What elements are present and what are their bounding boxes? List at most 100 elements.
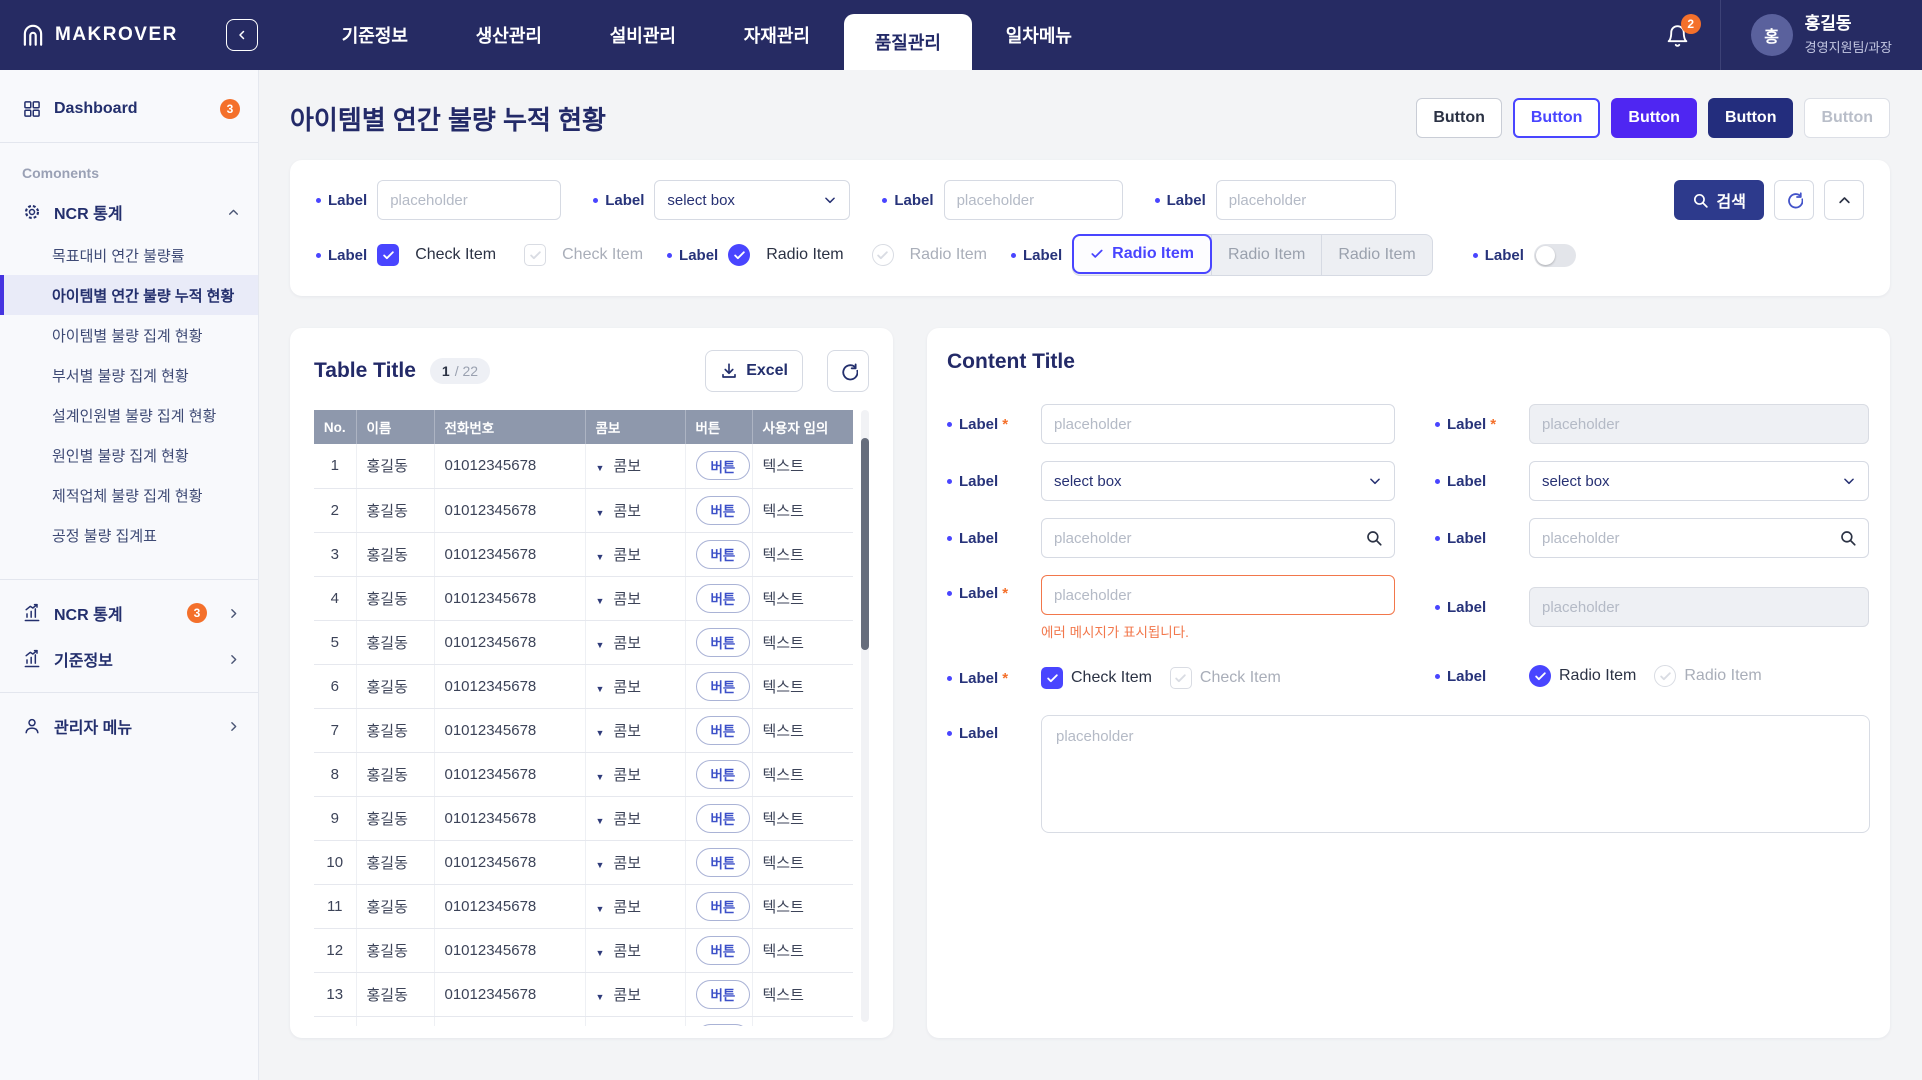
ncr-badge: 3 (187, 603, 207, 623)
sidebar: Dashboard 3 Comonents NCR 통계 목표대비 연간 불량률… (0, 70, 259, 1080)
refresh-button[interactable] (1774, 180, 1814, 220)
row-combo[interactable]: ▼콤보 (585, 708, 685, 752)
brand[interactable]: MAKROVER (20, 22, 178, 48)
main-menu-item[interactable]: 일차메뉴 (972, 22, 1106, 48)
checkbox-checked[interactable] (377, 244, 399, 266)
search-field[interactable] (1041, 518, 1395, 558)
row-button[interactable]: 버튼 (696, 848, 751, 877)
row-no: 12 (314, 928, 356, 972)
row-combo[interactable]: ▼콤보 (585, 620, 685, 664)
text-input[interactable] (1041, 404, 1395, 444)
segmented-option-selected[interactable]: Radio Item (1072, 234, 1212, 274)
divider (0, 142, 258, 143)
filter-select[interactable]: select box (654, 180, 850, 220)
sidebar-subitem[interactable]: 설계인원별 불량 집계 현황 (0, 395, 258, 435)
main-menu-item[interactable]: 생산관리 (442, 22, 576, 48)
combo-caret-icon: ▼ (596, 728, 605, 738)
row-phone: 01012345678 (434, 444, 585, 488)
row-button[interactable]: 버튼 (696, 628, 751, 657)
form-label: Label (959, 585, 998, 602)
outline-accent-button[interactable]: Button (1513, 98, 1601, 138)
column-header: 사용자 임의 (752, 410, 853, 444)
table-scrollbar-thumb[interactable] (861, 438, 869, 650)
search-field[interactable] (1529, 518, 1869, 558)
row-combo[interactable]: ▼콤보 (585, 972, 685, 1016)
form-select[interactable]: select box (1529, 461, 1869, 501)
filter-text-input[interactable] (377, 180, 561, 220)
search-icon[interactable] (1365, 529, 1383, 547)
search-icon[interactable] (1839, 529, 1857, 547)
sidebar-group-ncr-stats[interactable]: NCR 통계 (0, 189, 258, 235)
row-button[interactable]: 버튼 (696, 980, 751, 1009)
row-combo[interactable]: ▼콤보 (585, 840, 685, 884)
sidebar-subitem[interactable]: 아이템별 불량 집계 현황 (0, 315, 258, 355)
row-button[interactable]: 버튼 (696, 1024, 751, 1027)
row-combo[interactable]: ▼콤보 (585, 752, 685, 796)
row-button[interactable]: 버튼 (696, 716, 751, 745)
row-button[interactable]: 버튼 (696, 451, 751, 480)
row-combo[interactable]: ▼콤보 (585, 796, 685, 840)
row-combo[interactable]: ▼콤보 (585, 488, 685, 532)
filter-text-input[interactable] (1216, 180, 1396, 220)
sidebar-item-dashboard[interactable]: Dashboard 3 (0, 86, 258, 132)
row-combo[interactable]: ▼콤보 (585, 1016, 685, 1026)
notifications-button[interactable]: 2 (1665, 22, 1690, 49)
chevron-up-icon (227, 206, 240, 219)
row-button[interactable]: 버튼 (696, 672, 751, 701)
secondary-button[interactable]: Button (1708, 98, 1794, 138)
row-name: 홍길동 (356, 532, 434, 576)
row-button[interactable]: 버튼 (696, 496, 751, 525)
check-icon (1090, 247, 1104, 261)
form-select[interactable]: select box (1041, 461, 1395, 501)
textarea-field[interactable] (1041, 715, 1870, 833)
row-button[interactable]: 버튼 (696, 936, 751, 965)
main-menu-item[interactable]: 설비관리 (576, 22, 710, 48)
sidebar-collapse-button[interactable] (226, 19, 258, 51)
table-refresh-button[interactable] (827, 350, 869, 392)
sidebar-subitem[interactable]: 목표대비 연간 불량률 (0, 235, 258, 275)
sidebar-subitem[interactable]: 부서별 불량 집계 현황 (0, 355, 258, 395)
row-button[interactable]: 버튼 (696, 892, 751, 921)
row-combo[interactable]: ▼콤보 (585, 532, 685, 576)
main-menu-item[interactable]: 기준정보 (308, 22, 442, 48)
segmented-option[interactable]: Radio Item (1211, 235, 1321, 275)
table-title: Table Title (314, 359, 416, 383)
outline-button[interactable]: Button (1416, 98, 1502, 138)
main-menu-item-active[interactable]: 품질관리 (844, 14, 972, 70)
radio-checked[interactable] (728, 244, 750, 266)
divider (0, 579, 258, 580)
primary-button[interactable]: Button (1611, 98, 1697, 138)
row-button[interactable]: 버튼 (696, 584, 751, 613)
table-header-row: No. 이름 전화번호 콤보 버튼 사용자 임의 (314, 410, 853, 444)
excel-export-button[interactable]: Excel (705, 350, 803, 392)
sidebar-subitem[interactable]: 원인별 불량 집계 현황 (0, 435, 258, 475)
filter-collapse-button[interactable] (1824, 180, 1864, 220)
checkbox-checked[interactable] (1041, 667, 1063, 689)
row-combo[interactable]: ▼콤보 (585, 576, 685, 620)
user-info[interactable]: 홍길동 경영지원팀/과장 (1805, 14, 1892, 56)
sidebar-subitem[interactable]: 제적업체 불량 집계 현황 (0, 475, 258, 515)
row-combo[interactable]: ▼콤보 (585, 928, 685, 972)
sidebar-subitem-active[interactable]: 아이템별 연간 불량 누적 현황 (0, 275, 258, 315)
sidebar-subitem[interactable]: 공정 불량 집계표 (0, 515, 258, 555)
row-button[interactable]: 버튼 (696, 760, 751, 789)
row-combo[interactable]: ▼콤보 (585, 884, 685, 928)
chevron-right-icon (227, 607, 240, 620)
toggle-switch-off[interactable] (1534, 244, 1576, 267)
segmented-option[interactable]: Radio Item (1321, 235, 1431, 275)
sidebar-item-ncr-stats[interactable]: NCR 통계 3 (0, 590, 258, 636)
row-combo[interactable]: ▼콤보 (585, 444, 685, 488)
sidebar-item-base-info[interactable]: 기준정보 (0, 636, 258, 682)
error-input[interactable] (1041, 575, 1395, 615)
filter-text-input[interactable] (944, 180, 1123, 220)
combo-label: 콤보 (613, 635, 641, 652)
check-icon (529, 249, 542, 262)
row-button[interactable]: 버튼 (696, 540, 751, 569)
avatar[interactable]: 홍 (1751, 14, 1793, 56)
row-button[interactable]: 버튼 (696, 804, 751, 833)
search-button[interactable]: 검색 (1674, 180, 1764, 220)
radio-checked[interactable] (1529, 665, 1551, 687)
row-combo[interactable]: ▼콤보 (585, 664, 685, 708)
main-menu-item[interactable]: 자재관리 (710, 22, 844, 48)
sidebar-item-admin-menu[interactable]: 관리자 메뉴 (0, 703, 258, 749)
